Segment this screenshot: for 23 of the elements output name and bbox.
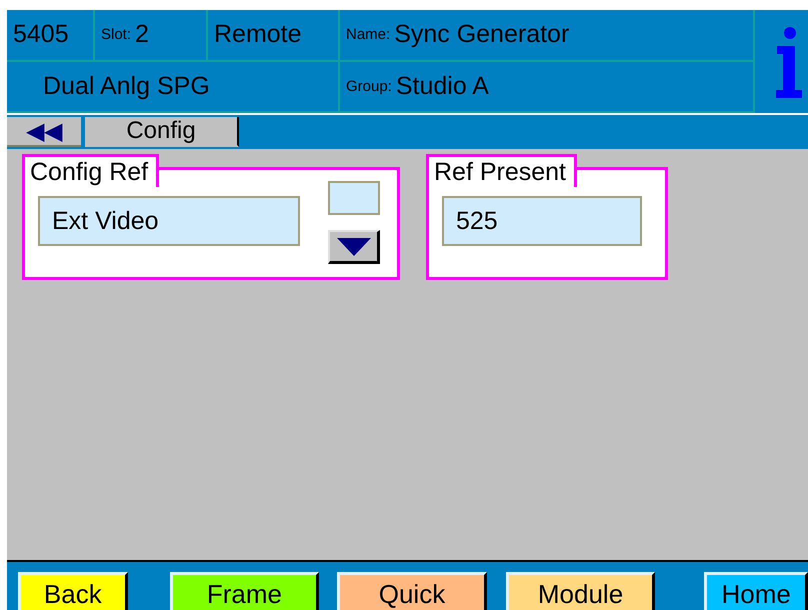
group-name: Studio A [396,72,489,101]
back-tab[interactable]: ◀◀ [7,117,81,147]
nav-button[interactable]: Home [704,572,808,610]
module-type: Dual Anlg SPG [43,72,210,101]
group-label: Group: [346,78,392,95]
config-tab[interactable]: Config [85,117,239,147]
value-field: 525 [442,196,642,246]
device-name: Sync Generator [394,20,570,50]
triangle-down-icon [336,238,370,256]
nav-button[interactable]: Frame [170,572,320,610]
nav-button[interactable]: Quick [337,572,487,610]
slot-label: Slot: [101,26,132,44]
value-field[interactable]: Ext Video [38,196,300,246]
nav-button[interactable]: Back [18,572,128,610]
nav-button[interactable]: Module [506,572,656,610]
name-label: Name: [346,26,390,44]
panel-title: Config Ref [22,154,160,187]
slot-number: 2 [135,20,149,50]
panel-title: Ref Present [426,154,578,187]
color-swatch [328,181,380,215]
dropdown-button[interactable] [328,230,380,264]
frame-id: 5405 [13,20,69,50]
mode-label: Remote [214,20,302,50]
